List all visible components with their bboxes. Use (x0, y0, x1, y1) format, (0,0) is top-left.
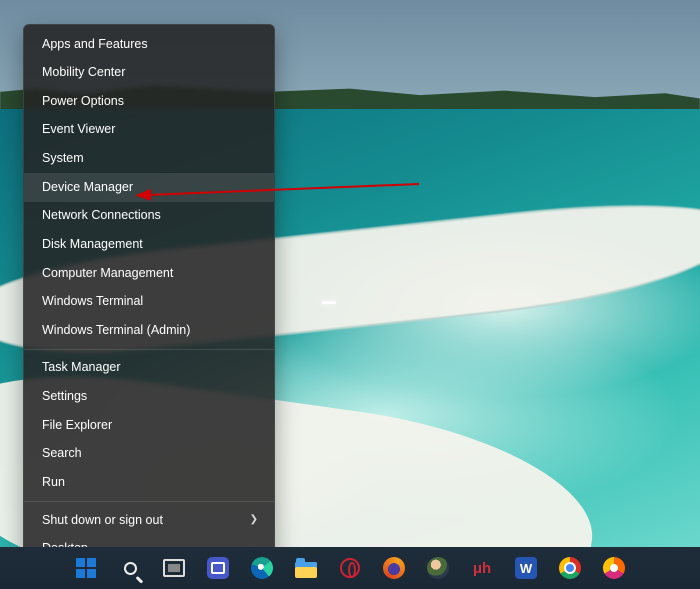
search-icon (124, 562, 137, 575)
menu-item-search[interactable]: Search (24, 440, 274, 469)
menu-item-label: Shut down or sign out (42, 513, 163, 529)
edge-icon (251, 557, 273, 579)
menu-item-task-manager[interactable]: Task Manager (24, 354, 274, 383)
menu-item-label: Network Connections (42, 208, 161, 224)
menu-item-disk-management[interactable]: Disk Management (24, 230, 274, 259)
menu-item-apps-features[interactable]: Apps and Features (24, 30, 274, 59)
menu-item-power-options[interactable]: Power Options (24, 87, 274, 116)
avatar-icon (427, 557, 449, 579)
menu-item-label: Event Viewer (42, 122, 115, 138)
menu-item-label: Run (42, 475, 65, 491)
taskbar-button-chat[interactable] (201, 551, 235, 585)
start-icon (75, 557, 97, 579)
menu-separator (24, 349, 274, 350)
menu-item-shut-down[interactable]: Shut down or sign out ❯ (24, 506, 274, 535)
menu-item-run[interactable]: Run (24, 468, 274, 497)
menu-item-label: System (42, 151, 84, 167)
taskbar-button-edge[interactable] (245, 551, 279, 585)
taskbar-button-search[interactable] (113, 551, 147, 585)
task-view-icon (163, 559, 185, 577)
mu-torrent-icon (471, 557, 493, 579)
menu-item-label: Device Manager (42, 180, 133, 196)
chrome-icon (559, 557, 581, 579)
menu-item-windows-terminal-admin[interactable]: Windows Terminal (Admin) (24, 316, 274, 345)
opera-icon (340, 558, 360, 578)
menu-item-label: Search (42, 446, 82, 462)
menu-item-device-manager[interactable]: Device Manager (24, 173, 274, 202)
file-explorer-icon (295, 562, 317, 578)
taskbar-button-start[interactable] (69, 551, 103, 585)
menu-item-label: Windows Terminal (Admin) (42, 323, 190, 339)
menu-separator (24, 501, 274, 502)
taskbar-button-firefox[interactable] (377, 551, 411, 585)
taskbar-button-taskview[interactable] (157, 551, 191, 585)
word-icon (515, 557, 537, 579)
menu-item-event-viewer[interactable]: Event Viewer (24, 116, 274, 145)
menu-item-windows-terminal[interactable]: Windows Terminal (24, 288, 274, 317)
chrome-canary-icon (603, 557, 625, 579)
taskbar-button-chrome[interactable] (553, 551, 587, 585)
menu-item-mobility-center[interactable]: Mobility Center (24, 59, 274, 88)
menu-item-label: Task Manager (42, 360, 121, 376)
menu-item-file-explorer[interactable]: File Explorer (24, 411, 274, 440)
menu-item-label: Windows Terminal (42, 294, 143, 310)
menu-item-label: Settings (42, 389, 87, 405)
taskbar-button-opera[interactable] (333, 551, 367, 585)
menu-item-label: Disk Management (42, 237, 143, 253)
firefox-icon (383, 557, 405, 579)
taskbar-button-explorer[interactable] (289, 551, 323, 585)
taskbar (0, 547, 700, 589)
taskbar-button-canary[interactable] (597, 551, 631, 585)
menu-item-label: Mobility Center (42, 65, 125, 81)
chat-icon (207, 557, 229, 579)
menu-item-label: Power Options (42, 94, 124, 110)
menu-item-label: Computer Management (42, 266, 173, 282)
chevron-right-icon: ❯ (250, 514, 258, 527)
menu-item-network-connections[interactable]: Network Connections (24, 202, 274, 231)
taskbar-button-mu[interactable] (465, 551, 499, 585)
taskbar-button-word[interactable] (509, 551, 543, 585)
menu-item-label: Apps and Features (42, 37, 148, 53)
menu-item-system[interactable]: System (24, 145, 274, 174)
menu-item-settings[interactable]: Settings (24, 383, 274, 412)
taskbar-button-avatar[interactable] (421, 551, 455, 585)
menu-item-computer-management[interactable]: Computer Management (24, 259, 274, 288)
menu-item-label: File Explorer (42, 418, 112, 434)
winx-context-menu[interactable]: Apps and Features Mobility Center Power Op… (23, 24, 275, 569)
